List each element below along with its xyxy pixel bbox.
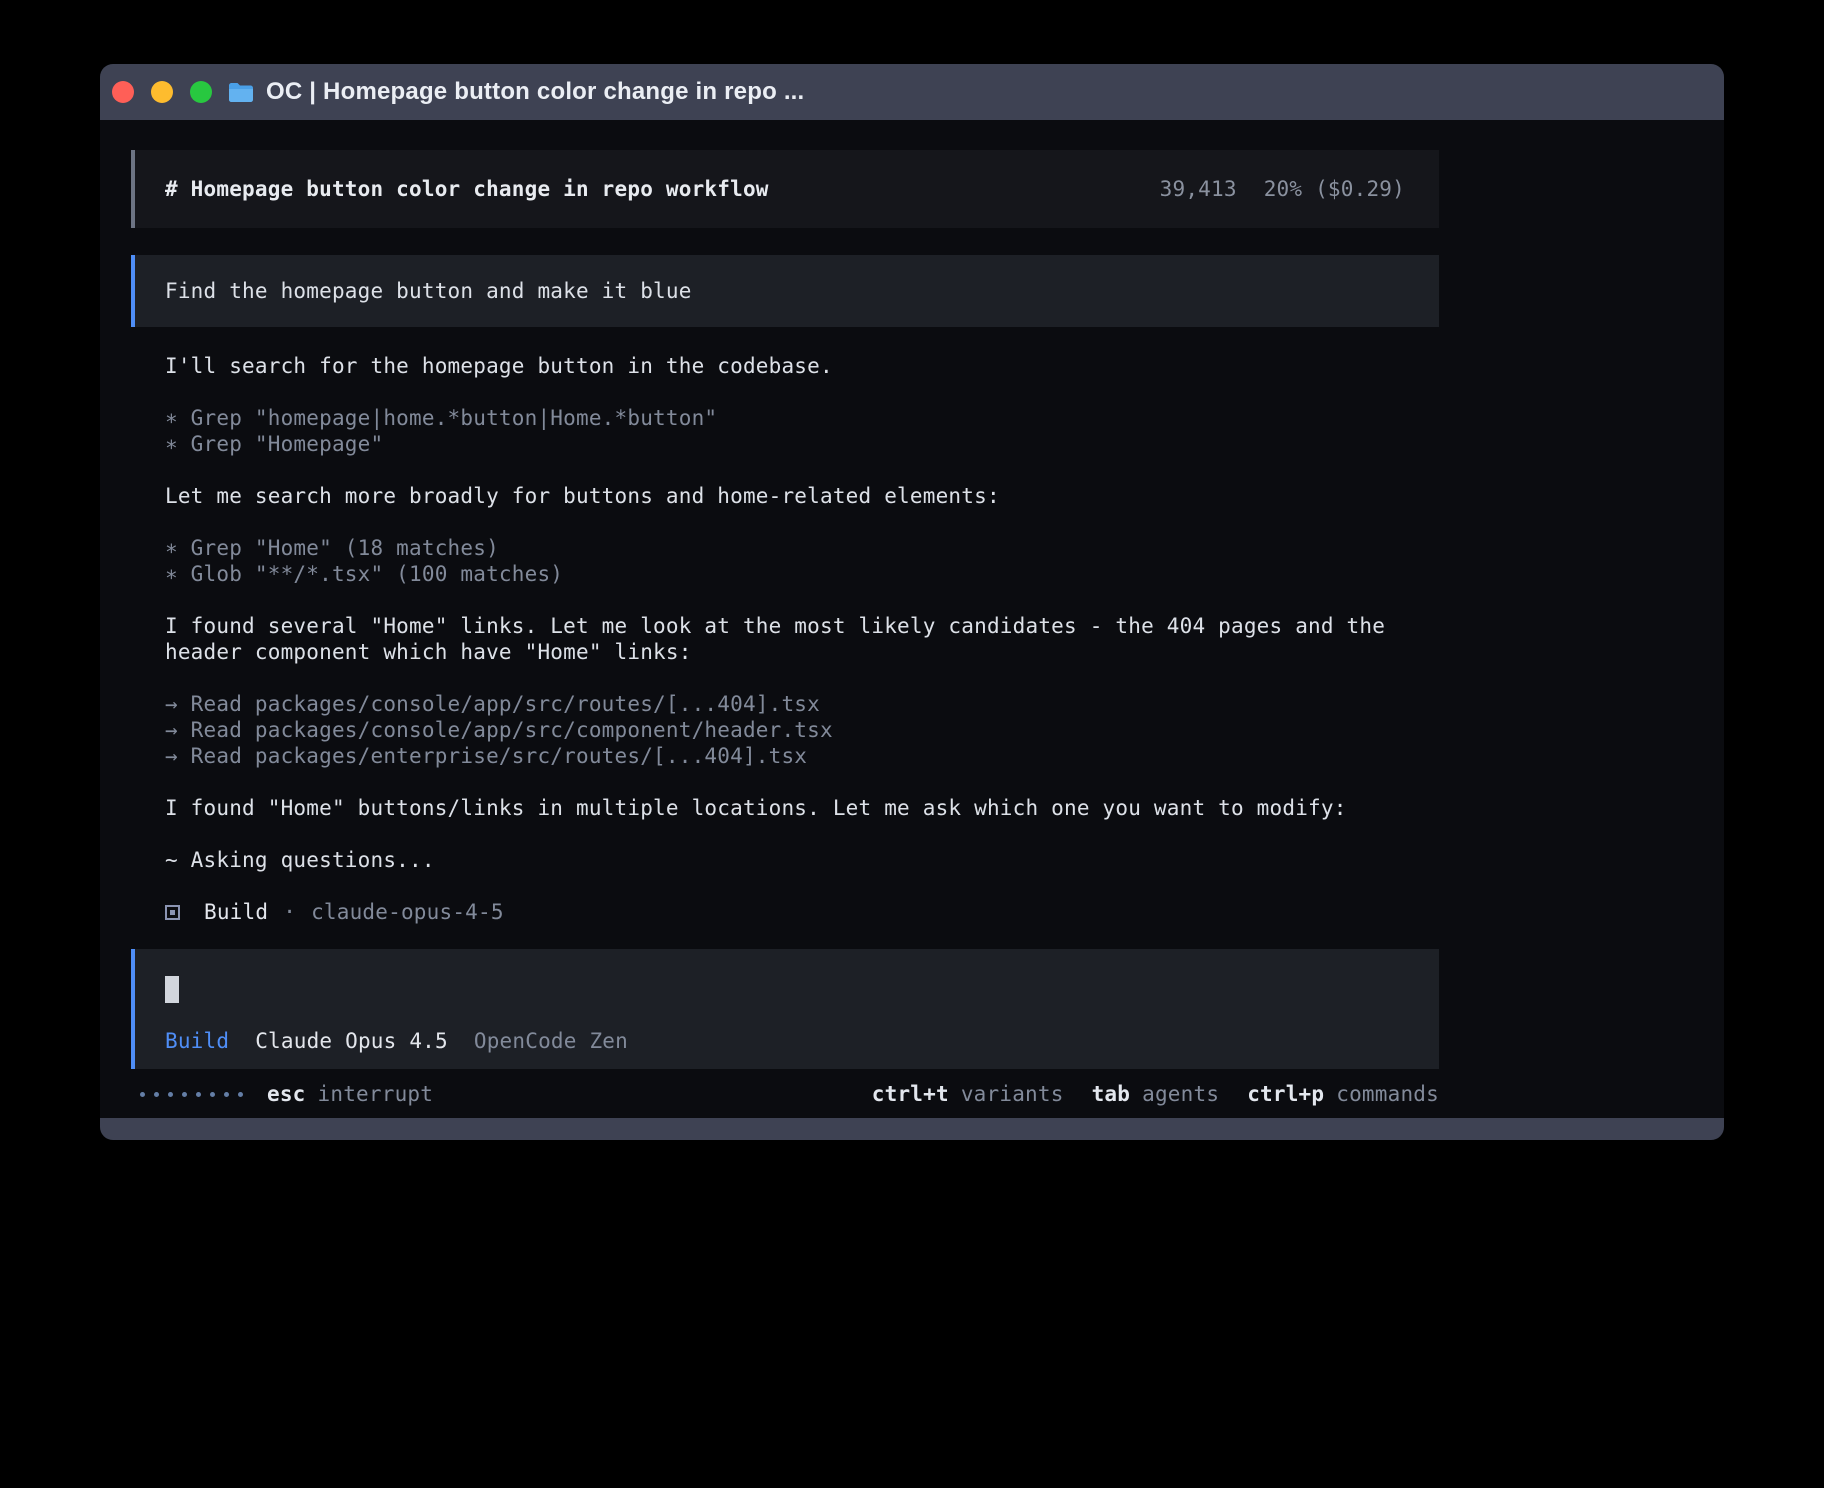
model-provider: OpenCode Zen (474, 1028, 628, 1054)
tool-call-read: → Read packages/console/app/src/routes/[… (165, 691, 1419, 717)
tool-call-read: → Read packages/enterprise/src/routes/[.… (165, 743, 1419, 769)
token-count: 39,413 (1160, 176, 1237, 202)
assistant-paragraph: I found several "Home" links. Let me loo… (165, 613, 1419, 665)
variants-label: variants (961, 1081, 1064, 1107)
model-name[interactable]: Claude Opus 4.5 (255, 1028, 448, 1054)
context-usage: 20% ($0.29) (1264, 176, 1405, 202)
tool-call-grep: ∗ Grep "Home" (18 matches) (165, 535, 1419, 561)
esc-key: esc (267, 1081, 306, 1107)
tab-key: tab (1092, 1081, 1131, 1107)
window-titlebar[interactable]: OC | Homepage button color change in rep… (100, 64, 1724, 120)
session-stats: 39,413 20% ($0.29) (1160, 176, 1405, 202)
window-bottom-edge (100, 1118, 1724, 1140)
tool-call-grep: ∗ Grep "homepage|home.*button|Home.*butt… (165, 405, 1419, 431)
assistant-paragraph: Let me search more broadly for buttons a… (165, 483, 1419, 509)
agent-icon (165, 905, 180, 920)
tool-call-glob: ∗ Glob "**/*.tsx" (100 matches) (165, 561, 1419, 587)
model-row: Build Claude Opus 4.5 OpenCode Zen (165, 1028, 1409, 1054)
user-message: Find the homepage button and make it blu… (131, 255, 1439, 327)
status-bar: esc interrupt ctrl+t variants tab agents… (131, 1081, 1439, 1107)
terminal-content: # Homepage button color change in repo w… (100, 120, 1724, 1118)
tool-call-grep: ∗ Grep "Homepage" (165, 431, 1419, 457)
close-button[interactable] (112, 81, 134, 103)
commands-label: commands (1336, 1081, 1439, 1107)
session-title: # Homepage button color change in repo w… (165, 176, 769, 202)
shortcut-commands: ctrl+p commands (1247, 1081, 1439, 1107)
assistant-paragraph: I'll search for the homepage button in t… (165, 353, 1419, 379)
folder-icon (228, 82, 254, 103)
ctrl-t-key: ctrl+t (872, 1081, 949, 1107)
prompt-input[interactable]: Build Claude Opus 4.5 OpenCode Zen (131, 949, 1439, 1069)
minimize-button[interactable] (151, 81, 173, 103)
agent-separator: · (283, 899, 296, 925)
traffic-lights (112, 81, 212, 103)
text-cursor (165, 976, 179, 1003)
ctrl-p-key: ctrl+p (1247, 1081, 1324, 1107)
window-title: OC | Homepage button color change in rep… (266, 78, 804, 106)
spinner-dots (131, 1092, 243, 1097)
agents-label: agents (1142, 1081, 1219, 1107)
tool-call-read: → Read packages/console/app/src/componen… (165, 717, 1419, 743)
agent-mode-label[interactable]: Build (165, 1028, 229, 1054)
conversation: I'll search for the homepage button in t… (131, 353, 1439, 925)
terminal-window: OC | Homepage button color change in rep… (100, 64, 1724, 1140)
agent-status-row: Build · claude-opus-4-5 (165, 899, 1419, 925)
agent-model: claude-opus-4-5 (311, 899, 504, 925)
agent-name: Build (204, 899, 268, 925)
shortcut-variants: ctrl+t variants (872, 1081, 1064, 1107)
user-message-text: Find the homepage button and make it blu… (165, 278, 692, 304)
zoom-button[interactable] (190, 81, 212, 103)
asking-questions-status: ~ Asking questions... (165, 847, 1419, 873)
assistant-paragraph: I found "Home" buttons/links in multiple… (165, 795, 1419, 821)
shortcut-agents: tab agents (1092, 1081, 1220, 1107)
session-header: # Homepage button color change in repo w… (131, 150, 1439, 228)
esc-label: interrupt (318, 1081, 434, 1107)
